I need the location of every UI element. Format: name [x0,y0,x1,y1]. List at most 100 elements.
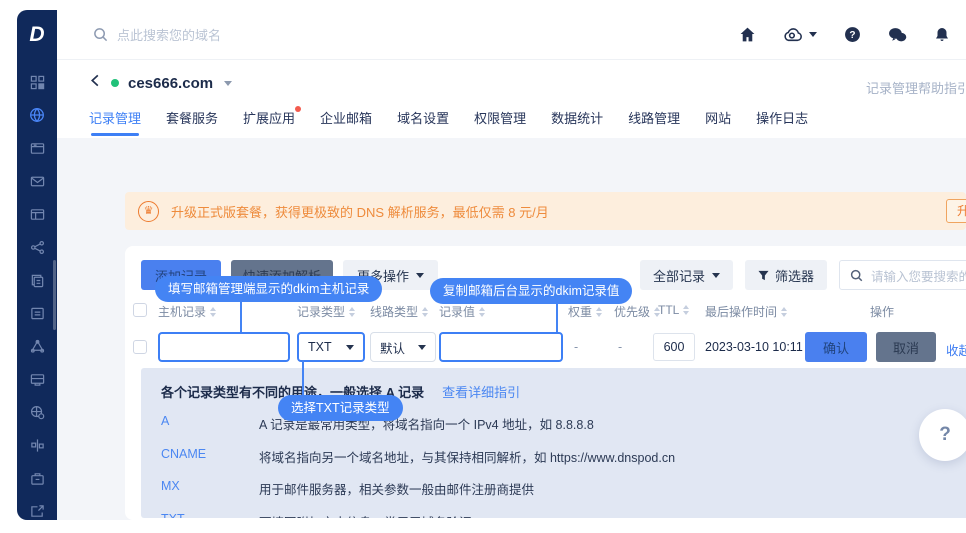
record-type-select[interactable]: TXT [297,332,365,362]
sort-icon[interactable] [210,306,217,317]
window-export-icon[interactable] [29,503,45,519]
help-circle-icon[interactable]: ? [844,26,861,43]
sort-icon[interactable] [422,306,429,317]
cancel-button[interactable]: 取消 [876,332,936,362]
sort-icon[interactable] [683,305,690,315]
doc-list-icon[interactable] [29,305,45,321]
record-type-list: AA 记录是最常用类型，将域名指向一个 IPv4 地址，如 8.8.8.8 CN… [161,414,966,518]
record-type-help-panel: 各个记录类型有不同的用途，一般选择 A 记录 查看详细指引 AA 记录是最常用类型… [141,368,966,518]
tab-permissions[interactable]: 权限管理 [474,108,526,136]
priority-value: - [618,340,623,354]
tooltip-connector [556,302,558,332]
tab-website[interactable]: 网站 [705,108,731,136]
topbar: 点此搜索您的域名 ? [57,10,966,60]
tab-operation-log[interactable]: 操作日志 [756,108,808,136]
search-icon [850,269,863,281]
sort-icon[interactable] [596,306,603,317]
record-value-tooltip: 复制邮箱后台显示的dkim记录值 [430,278,633,304]
row-checkbox[interactable] [133,340,147,354]
recycle-triangle-icon[interactable] [29,338,45,354]
tab-statistics[interactable]: 数据统计 [551,108,603,136]
sidebar-nav [17,60,57,520]
line-type-select[interactable]: 默认 [370,332,436,362]
tab-enterprise-mail[interactable]: 企业邮箱 [320,108,372,136]
crown-icon: ♛ [138,200,159,222]
list-item: MX 用于邮件服务器，相关参数一般由邮件注册商提供 [161,479,535,497]
record-value-input[interactable] [439,332,563,362]
browser-window-icon[interactable] [29,140,45,156]
record-search-placeholder: 请输入您要搜索的记录 [871,269,966,284]
tab-plan-service[interactable]: 套餐服务 [166,108,218,136]
upgrade-banner-text: 升级正式版套餐，获得更极致的 DNS 解析服务，最低仅需 8 元/月 [171,204,549,220]
record-filters: 全部记录 筛选器 请输入您要搜索的记录 [640,260,966,290]
sort-icon[interactable] [781,306,788,317]
bell-icon[interactable] [934,26,950,43]
topbar-icons: ? [739,26,966,43]
all-records-dropdown[interactable]: 全部记录 [640,260,734,290]
svg-text:?: ? [849,30,855,41]
new-badge-dot [295,106,302,112]
domain-search-placeholder: 点此搜索您的域名 [117,28,222,43]
copy-docs-icon[interactable] [29,272,45,288]
domain-links: 记录管理帮助指引解析有问题 [866,78,966,97]
tab-extensions[interactable]: 扩展应用 [243,106,302,136]
sort-icon[interactable] [349,306,356,317]
main-area: ces666.com 记录管理帮助指引解析有问题 记录管理 套餐服务 扩展应用 … [57,60,966,520]
list-item: CNAME 将域名指向另一个域名地址，与其保持相同解析，如 https://www… [161,446,676,465]
detail-guide-link[interactable]: 查看详细指引 [442,382,520,401]
globe-gear-icon[interactable] [29,404,45,420]
collapse-link[interactable]: 收起 [946,340,966,359]
console-cloud-icon[interactable] [783,27,817,42]
record-type-tooltip: 选择TXT记录类型 [278,395,403,421]
tab-domain-settings[interactable]: 域名设置 [397,108,449,136]
cloud-caret-icon [809,32,817,37]
records-card: 添加记录 快速添加解析 更多操作 全部记录 筛选器 请输入您要搜索的记录 主机记… [125,246,966,520]
all-records-caret-icon [712,272,721,278]
id-card-icon[interactable] [29,371,45,387]
dnspod-logo[interactable]: D [17,10,57,60]
line-caret-icon [418,344,426,350]
share-nodes-icon[interactable] [29,239,45,255]
help-guide-link[interactable]: 记录管理帮助指引 [866,81,966,96]
tab-line-manage[interactable]: 线路管理 [628,108,680,136]
record-edit-row: TXT 默认 - - 2023-03-10 10:11 确认 取消 收起切换 [125,332,966,366]
help-fab-button[interactable]: ? [919,409,966,461]
app-window: D 点此搜索您的域名 ? ces666.com 记录管理帮助指引 记录管理 套餐… [17,10,966,520]
plug-icon[interactable] [29,437,45,453]
briefcase-icon[interactable] [29,470,45,486]
layout-panel-icon[interactable] [29,206,45,222]
dashboard-grid-icon[interactable] [29,74,45,90]
tooltip-connector [240,300,242,332]
host-record-tooltip: 填写邮箱管理端显示的dkim主机记录 [155,276,383,302]
globe-dns-icon[interactable] [29,107,45,123]
more-caret-icon [416,272,425,278]
home-icon[interactable] [739,26,756,43]
domain-bar: ces666.com 记录管理帮助指引解析有问题 记录管理 套餐服务 扩展应用 … [57,60,966,138]
upgrade-plan-button[interactable]: 升级套餐 [946,199,966,223]
tab-bar: 记录管理 套餐服务 扩展应用 企业邮箱 域名设置 权限管理 数据统计 线路管理 … [89,106,808,136]
wechat-icon[interactable] [888,27,907,43]
domain-name[interactable]: ces666.com [128,75,213,92]
tooltip-connector [302,360,304,398]
sidebar-scrollbar[interactable] [53,260,56,330]
back-chevron-icon[interactable] [89,74,102,92]
record-search-input[interactable]: 请输入您要搜索的记录 [839,260,966,290]
sidebar: D [17,10,57,520]
last-operated-time: 2023-03-10 10:11 [705,340,803,354]
select-all-checkbox[interactable] [133,303,147,317]
host-record-input[interactable] [158,332,290,362]
filter-button[interactable]: 筛选器 [745,260,828,290]
weight-value: - [574,340,579,354]
type-caret-icon [346,344,354,350]
confirm-button[interactable]: 确认 [805,332,867,362]
ttl-input[interactable] [653,333,695,361]
mail-icon[interactable] [29,173,45,189]
domain-caret-icon[interactable] [224,80,233,86]
tab-record-manage[interactable]: 记录管理 [89,108,141,136]
funnel-icon [758,270,769,280]
sort-icon[interactable] [479,306,486,317]
domain-status-dot [111,79,119,87]
domain-search-input[interactable]: 点此搜索您的域名 [57,25,739,44]
list-item: TXT可填写附加文本信息，常用于域名验证 [161,512,966,519]
upgrade-banner: ♛ 升级正式版套餐，获得更极致的 DNS 解析服务，最低仅需 8 元/月 升级套… [125,192,966,230]
